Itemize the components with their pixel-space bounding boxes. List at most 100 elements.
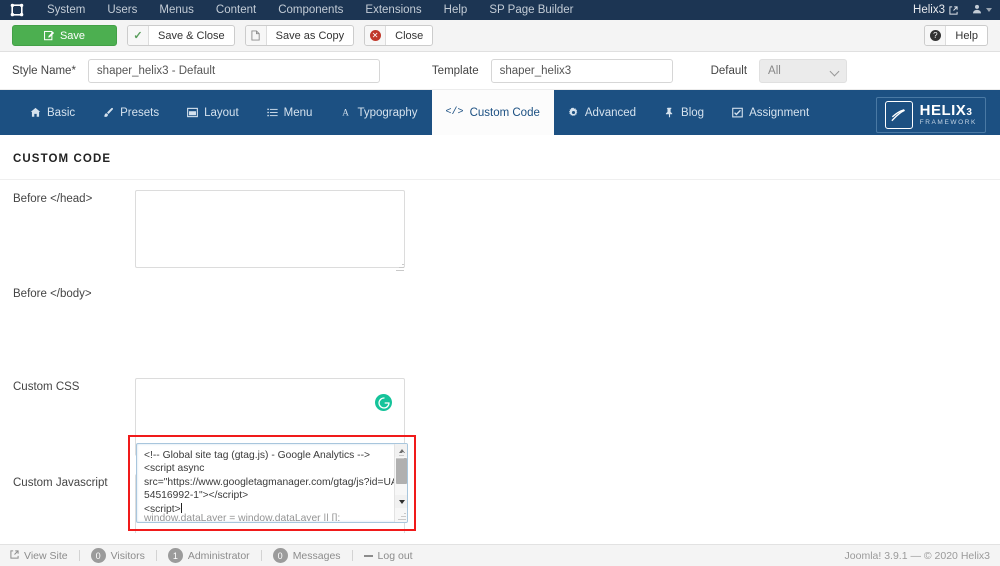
save-button-label: Save bbox=[60, 30, 85, 42]
resize-grip-icon[interactable] bbox=[395, 263, 404, 272]
messages-count-badge: 0 bbox=[273, 548, 288, 563]
home-icon bbox=[30, 107, 41, 118]
save-and-close-label: Save & Close bbox=[149, 30, 234, 42]
circle-question-icon: ? bbox=[925, 26, 946, 45]
menu-item-sp-page-builder[interactable]: SP Page Builder bbox=[478, 0, 584, 20]
menu-item-help[interactable]: Help bbox=[433, 0, 479, 20]
template-input[interactable] bbox=[491, 59, 673, 83]
helix-brand-version: 3 bbox=[966, 107, 972, 118]
scrollbar-thumb[interactable] bbox=[396, 458, 407, 484]
logout-link[interactable]: Log out bbox=[364, 550, 413, 562]
menu-item-content[interactable]: Content bbox=[205, 0, 267, 20]
scrollbar-down-button[interactable] bbox=[395, 495, 408, 508]
chevron-down-icon bbox=[986, 8, 992, 12]
menu-item-system[interactable]: System bbox=[36, 0, 96, 20]
helix-brand-logo: HELIX3 FRAMEWORK bbox=[876, 97, 986, 133]
helix-nav-bar: Basic Presets Layout bbox=[0, 90, 1000, 135]
tab-layout[interactable]: Layout bbox=[173, 90, 253, 135]
administrator-status[interactable]: 1 Administrator bbox=[168, 548, 250, 563]
editor-toolbar: Save ✓ Save & Close Save as Copy ✕ Close… bbox=[0, 20, 1000, 52]
help-button[interactable]: ? Help bbox=[924, 25, 988, 46]
tab-presets-label: Presets bbox=[120, 107, 159, 119]
external-link-icon bbox=[10, 550, 19, 562]
page-title: CUSTOM CODE bbox=[0, 135, 1000, 180]
helix-tabs: Basic Presets Layout bbox=[0, 90, 823, 135]
tab-typography[interactable]: A Typography bbox=[326, 90, 431, 135]
view-site-link[interactable]: View Site bbox=[10, 550, 68, 562]
custom-code-panel: CUSTOM CODE Before </head> Before </body… bbox=[0, 135, 1000, 533]
tab-blog[interactable]: Blog bbox=[650, 90, 718, 135]
version-info: Joomla! 3.9.1 — © 2020 Helix3 bbox=[845, 550, 990, 562]
status-footer: View Site 0 Visitors 1 Administrator 0 M… bbox=[0, 544, 1000, 566]
tab-custom-code[interactable]: </> Custom Code bbox=[432, 90, 554, 135]
field-before-body: Before </body> bbox=[0, 273, 1000, 365]
font-icon: A bbox=[340, 107, 351, 118]
view-site-label: View Site bbox=[24, 550, 68, 562]
copy-icon bbox=[246, 26, 267, 45]
footer-divider bbox=[156, 550, 157, 561]
tab-assignment[interactable]: Assignment bbox=[718, 90, 823, 135]
tab-menu-label: Menu bbox=[284, 107, 313, 119]
template-label: Template bbox=[432, 65, 479, 77]
tab-basic[interactable]: Basic bbox=[16, 90, 89, 135]
style-name-input[interactable] bbox=[88, 59, 380, 83]
joomla-icon[interactable] bbox=[10, 3, 24, 17]
code-line-4: 54516992-1"></script> bbox=[144, 490, 248, 501]
visitors-label: Visitors bbox=[111, 550, 145, 562]
tab-menu[interactable]: Menu bbox=[253, 90, 327, 135]
resize-grip-icon[interactable] bbox=[395, 451, 404, 460]
close-button[interactable]: ✕ Close bbox=[364, 25, 433, 46]
tab-layout-label: Layout bbox=[204, 107, 239, 119]
before-head-textarea[interactable] bbox=[135, 190, 405, 268]
dash-icon bbox=[364, 555, 373, 557]
helix-brand-tagline: FRAMEWORK bbox=[920, 120, 977, 127]
administrator-label: Administrator bbox=[188, 550, 250, 562]
save-and-close-button[interactable]: ✓ Save & Close bbox=[127, 25, 235, 46]
user-icon bbox=[972, 4, 982, 17]
tab-presets[interactable]: Presets bbox=[89, 90, 173, 135]
close-button-label: Close bbox=[386, 30, 432, 42]
menu-item-menus[interactable]: Menus bbox=[148, 0, 205, 20]
before-body-textarea-wrapper[interactable]: <!-- Global site tag (gtag.js) - Google … bbox=[136, 443, 408, 523]
footer-divider bbox=[352, 550, 353, 561]
list-icon bbox=[267, 107, 278, 118]
site-link[interactable]: Helix3 bbox=[913, 4, 958, 16]
resize-grip-icon[interactable] bbox=[397, 512, 406, 521]
help-button-label: Help bbox=[946, 30, 987, 42]
menu-item-extensions[interactable]: Extensions bbox=[354, 0, 432, 20]
brush-icon bbox=[103, 107, 114, 118]
topbar-right-group: Helix3 bbox=[913, 0, 992, 20]
administrator-count-badge: 1 bbox=[168, 548, 183, 563]
default-select[interactable]: All bbox=[759, 59, 847, 83]
code-line-1: <!-- Global site tag (gtag.js) - Google … bbox=[144, 450, 370, 461]
before-body-textarea[interactable]: <!-- Global site tag (gtag.js) - Google … bbox=[136, 443, 408, 523]
save-as-copy-label: Save as Copy bbox=[267, 30, 353, 42]
menu-item-components[interactable]: Components bbox=[267, 0, 354, 20]
visitors-status[interactable]: 0 Visitors bbox=[91, 548, 145, 563]
style-name-label: Style Name* bbox=[12, 65, 76, 77]
grammarly-icon[interactable] bbox=[375, 394, 392, 411]
save-button[interactable]: Save bbox=[12, 25, 117, 46]
user-menu[interactable] bbox=[972, 4, 992, 17]
external-link-icon bbox=[949, 6, 958, 15]
tab-assignment-label: Assignment bbox=[749, 107, 809, 119]
admin-topbar: System Users Menus Content Components Ex… bbox=[0, 0, 1000, 20]
code-icon: </> bbox=[446, 107, 464, 118]
field-custom-css-label: Custom CSS bbox=[13, 378, 135, 393]
style-meta-row: Style Name* Template Default All bbox=[0, 52, 1000, 90]
messages-status[interactable]: 0 Messages bbox=[273, 548, 341, 563]
site-name: Helix3 bbox=[913, 4, 945, 16]
menu-item-users[interactable]: Users bbox=[96, 0, 148, 20]
pin-icon bbox=[664, 107, 675, 118]
tab-advanced[interactable]: Advanced bbox=[554, 90, 650, 135]
save-as-copy-button[interactable]: Save as Copy bbox=[245, 25, 354, 46]
helix-logo-icon bbox=[885, 101, 913, 129]
check-icon: ✓ bbox=[128, 26, 149, 45]
before-body-code-partial-line: window.dataLayer = window.dataLayer || [… bbox=[144, 512, 391, 521]
visitors-count-badge: 0 bbox=[91, 548, 106, 563]
footer-divider bbox=[261, 550, 262, 561]
tab-typography-label: Typography bbox=[357, 107, 417, 119]
before-body-code-content: <!-- Global site tag (gtag.js) - Google … bbox=[137, 444, 394, 521]
svg-text:A: A bbox=[343, 108, 350, 118]
field-custom-javascript-label: Custom Javascript bbox=[13, 474, 135, 489]
